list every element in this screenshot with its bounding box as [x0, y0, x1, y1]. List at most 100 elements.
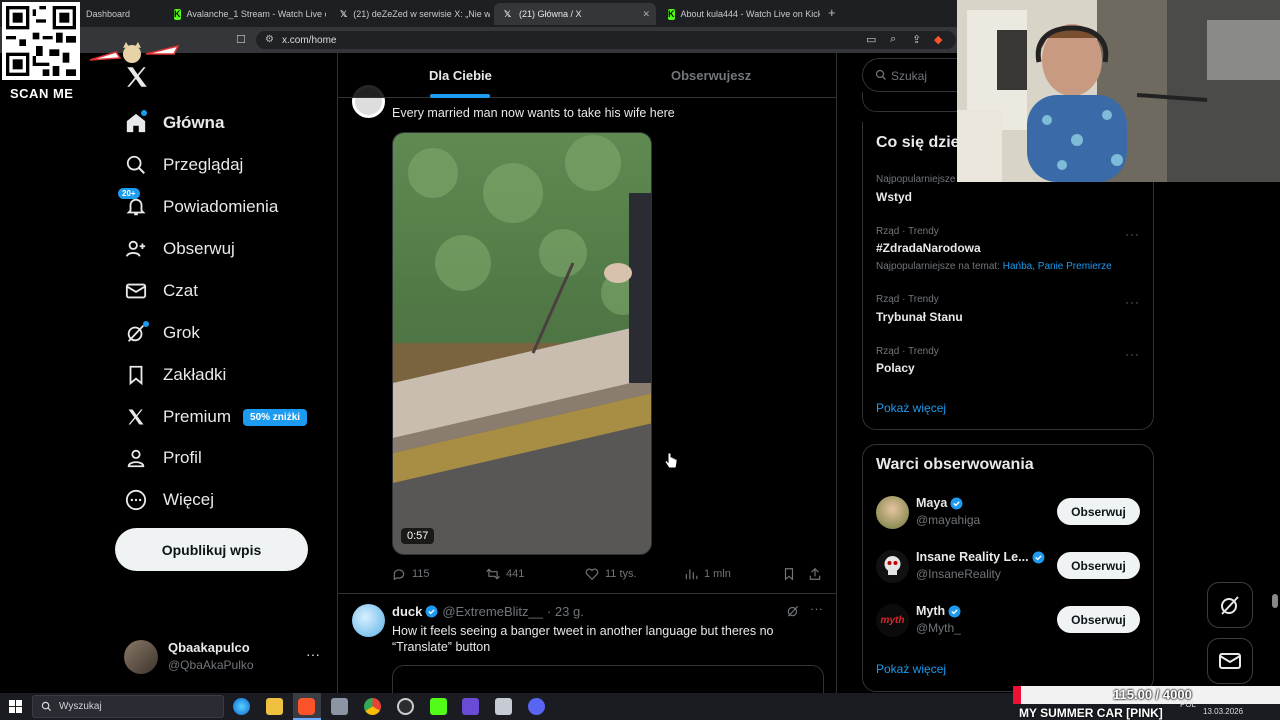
tweet-actions: 115 441 11 tys. 1 mln — [392, 567, 826, 585]
bell-icon: 20+ — [118, 188, 148, 219]
tweet-media[interactable] — [392, 665, 824, 693]
more-icon[interactable]: ··· — [1125, 295, 1140, 309]
video-player[interactable]: 0:57 — [392, 132, 652, 555]
kick-icon[interactable] — [430, 698, 447, 715]
tab-for-you[interactable]: Dla Ciebie — [429, 68, 492, 83]
author-name[interactable]: duck — [392, 604, 422, 619]
who-to-follow-show-more-link[interactable]: Pokaż więcej — [876, 662, 946, 676]
more-icon[interactable]: ··· — [810, 601, 823, 616]
bookmark-button[interactable] — [782, 567, 802, 581]
shield-icon[interactable] — [495, 698, 512, 715]
share-icon[interactable]: ⇪ — [912, 33, 921, 46]
url-field[interactable]: ⚙ x.com/home — [256, 31, 956, 49]
bookmark-icon[interactable]: ☐ — [236, 33, 246, 46]
reply-button[interactable]: 115 — [392, 567, 430, 581]
trend-related-links[interactable]: Hańba, Panie Premierze — [1003, 261, 1112, 272]
obs-icon[interactable] — [397, 698, 414, 715]
brave-icon[interactable] — [298, 698, 315, 715]
nav-label: Zakładki — [163, 365, 227, 384]
trend-name[interactable]: Wstyd — [876, 190, 912, 204]
grok-icon — [1221, 596, 1239, 615]
trend-related-label: Najpopularniejsze na temat: — [876, 261, 1000, 272]
grok-icon[interactable] — [786, 604, 800, 618]
follow-button[interactable]: Obserwuj — [1057, 552, 1140, 579]
nav-explore[interactable]: Przeglądaj — [124, 150, 243, 180]
tab-avalanche[interactable]: K Avalanche_1 Stream - Watch Live on — [166, 3, 326, 25]
avatar[interactable] — [352, 604, 385, 637]
author-handle[interactable]: @ExtremeBlitz__ — [442, 604, 543, 619]
trends-show-more-link[interactable]: Pokaż więcej — [876, 401, 946, 415]
close-icon[interactable]: ✕ — [642, 9, 650, 20]
grok-icon — [124, 321, 149, 345]
scrollbar[interactable] — [1272, 594, 1278, 608]
cast-icon[interactable]: ▭ — [866, 33, 876, 46]
tab-dezezed[interactable]: 𝕏 (21) deZeZed w serwisie X: „Nie wierz — [332, 3, 490, 25]
nav-profile[interactable]: Profil — [124, 443, 202, 473]
verified-icon — [950, 497, 963, 509]
more-icon[interactable]: ··· — [1125, 347, 1140, 361]
tab-kula[interactable]: K About kula444 - Watch Live on Kick — [660, 3, 820, 25]
tab-home-x[interactable]: 𝕏 (21) Główna / X ✕ — [494, 3, 656, 25]
share-button[interactable] — [808, 567, 828, 581]
more-icon[interactable]: ··· — [1125, 227, 1140, 241]
current-game-label: MY SUMMER CAR [PINK] — [1019, 706, 1163, 720]
app-icon[interactable] — [462, 698, 479, 715]
keyboard-language[interactable]: POL — [1180, 700, 1196, 709]
windows-start-icon[interactable] — [9, 700, 22, 713]
nav-more[interactable]: Więcej — [124, 485, 214, 515]
nav-bookmarks[interactable]: Zakładki — [124, 360, 226, 390]
nav-follow[interactable]: Obserwuj — [124, 234, 235, 264]
repost-button[interactable]: 441 — [486, 567, 524, 581]
search-input[interactable]: Szukaj — [891, 69, 927, 83]
more-icon[interactable]: ··· — [306, 646, 320, 662]
new-tab-button[interactable]: + — [828, 5, 836, 20]
tab-title: Avalanche_1 Stream - Watch Live on — [186, 9, 327, 19]
chrome-icon[interactable] — [364, 698, 381, 715]
account-name: Insane Reality Le... — [916, 550, 1029, 564]
trend-name[interactable]: #ZdradaNarodowa — [876, 241, 981, 255]
nav-label: Obserwuj — [163, 239, 235, 258]
messages-float-button[interactable] — [1207, 638, 1253, 684]
zoom-icon[interactable]: ⌕ — [890, 33, 896, 46]
follow-icon — [124, 237, 148, 261]
folder-icon[interactable] — [266, 698, 283, 715]
follow-button[interactable]: Obserwuj — [1057, 606, 1140, 633]
myth-logo: myth — [880, 615, 905, 626]
account-handle: @mayahiga — [916, 513, 981, 527]
timeline: Dla Ciebie Obserwujesz Every married man… — [337, 53, 837, 693]
x-logo-icon[interactable] — [124, 64, 150, 90]
search-icon — [41, 701, 52, 712]
nav-grok[interactable]: Grok — [124, 318, 200, 348]
trend-name[interactable]: Trybunał Stanu — [876, 310, 963, 324]
views-button[interactable]: 1 mln — [684, 567, 731, 581]
edge-icon[interactable] — [233, 698, 250, 715]
site-info-icon[interactable]: ⚙ — [265, 34, 274, 45]
post-button[interactable]: Opublikuj wpis — [115, 528, 308, 571]
suggested-account[interactable]: Maya @mayahiga Obserwuj — [876, 496, 1144, 536]
suggested-account[interactable]: myth Myth @Myth_ Obserwuj — [876, 604, 1144, 644]
trend-name[interactable]: Polacy — [876, 361, 915, 375]
taskbar-search[interactable]: Wyszukaj — [32, 695, 224, 718]
donation-goal-bar: 115.00 / 4000 — [1013, 686, 1280, 704]
like-button[interactable]: 11 tys. — [585, 567, 637, 581]
app-icon[interactable] — [331, 698, 348, 715]
bookmark-icon — [784, 568, 794, 581]
brave-shield-icon[interactable]: ◆ — [934, 33, 942, 46]
account-switcher[interactable]: Qbaakapulco @QbaAkaPulko ··· — [124, 638, 324, 678]
discord-icon[interactable] — [528, 698, 545, 715]
grok-float-button[interactable] — [1207, 582, 1253, 628]
nav-chat[interactable]: Czat — [124, 276, 198, 306]
tweet-time[interactable]: · 23 g. — [547, 604, 584, 619]
tab-following[interactable]: Obserwujesz — [671, 68, 751, 83]
nav-home[interactable]: Główna — [124, 108, 224, 138]
nav-notifications[interactable]: 20+ Powiadomienia — [118, 188, 278, 222]
suggested-account[interactable]: Insane Reality Le... @InsaneReality Obse… — [876, 550, 1144, 590]
search-box[interactable]: Szukaj — [862, 58, 962, 92]
skull-icon — [884, 556, 901, 575]
nav-premium[interactable]: Premium 50% zniżki — [124, 402, 308, 432]
tab-dashboard[interactable]: Dashboard — [78, 3, 166, 25]
taskbar-date[interactable]: 13.03.2026 — [1203, 707, 1243, 716]
follow-button[interactable]: Obserwuj — [1057, 498, 1140, 525]
account-name: Maya — [916, 496, 948, 510]
search-icon — [124, 153, 148, 177]
